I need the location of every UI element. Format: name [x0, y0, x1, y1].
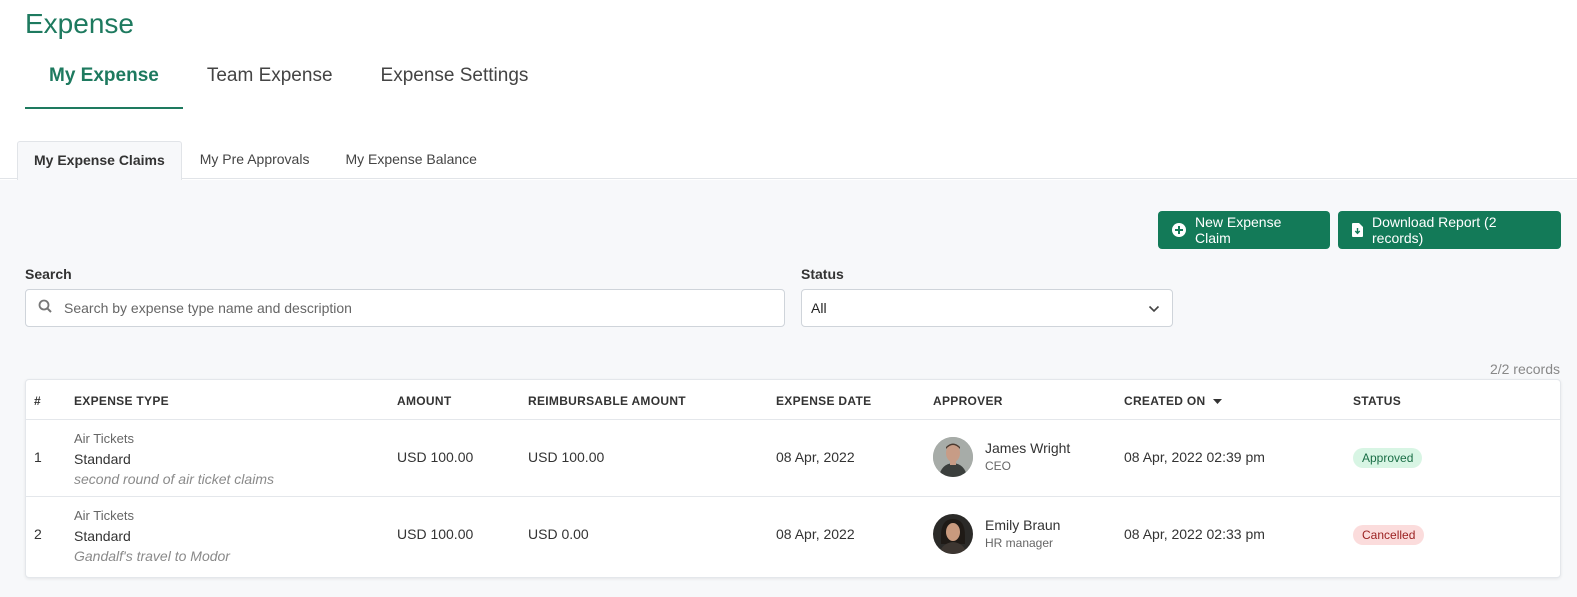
col-header-num: # — [34, 394, 41, 408]
status-selected-value: All — [811, 300, 827, 316]
subtab-my-expense-claims[interactable]: My Expense Claims — [17, 141, 182, 180]
records-count: 2/2 records — [1489, 361, 1560, 377]
amount-cell: USD 100.00 — [397, 449, 474, 465]
col-header-created-on[interactable]: CREATED ON — [1124, 394, 1223, 408]
new-expense-claim-button[interactable]: New Expense Claim — [1158, 211, 1330, 249]
col-header-amount: AMOUNT — [397, 394, 452, 408]
approver-role: HR manager — [985, 536, 1054, 550]
chevron-down-icon — [1148, 300, 1160, 316]
expense-date-cell: 08 Apr, 2022 — [776, 526, 855, 542]
tab-my-expense[interactable]: My Expense — [25, 52, 183, 109]
col-header-status: STATUS — [1353, 394, 1402, 408]
subtab-my-expense-balance[interactable]: My Expense Balance — [327, 141, 495, 179]
col-header-reimbursable-amount: REIMBURSABLE AMOUNT — [528, 394, 686, 408]
amount-cell: USD 100.00 — [397, 526, 474, 542]
expense-subtype: Standard — [74, 451, 131, 467]
status-badge: Approved — [1353, 448, 1423, 468]
approver-name: James Wright — [985, 440, 1071, 456]
search-label: Search — [25, 266, 72, 282]
expense-date-cell: 08 Apr, 2022 — [776, 449, 855, 465]
page-title: Expense — [25, 8, 134, 39]
avatar — [933, 437, 973, 477]
tab-team-expense[interactable]: Team Expense — [183, 52, 357, 109]
reimbursable-amount-cell: USD 100.00 — [528, 449, 605, 465]
approver-role: CEO — [985, 459, 1012, 473]
col-header-expense-date: EXPENSE DATE — [776, 394, 872, 408]
table-header: # EXPENSE TYPE AMOUNT REIMBURSABLE AMOUN… — [26, 380, 1560, 420]
tab-expense-settings[interactable]: Expense Settings — [357, 52, 553, 109]
col-header-created-on-label: CREATED ON — [1124, 394, 1206, 408]
approver-cell: Emily Braun HR manager — [933, 514, 1060, 554]
table-row[interactable]: 2 Air Tickets Standard Gandalf's travel … — [26, 497, 1560, 574]
file-download-icon — [1352, 223, 1363, 237]
expense-claims-table: # EXPENSE TYPE AMOUNT REIMBURSABLE AMOUN… — [25, 379, 1561, 578]
expense-category: Air Tickets — [74, 508, 134, 523]
table-row[interactable]: 1 Air Tickets Standard second round of a… — [26, 420, 1560, 497]
expense-subtype: Standard — [74, 528, 131, 544]
search-input[interactable] — [64, 300, 744, 316]
row-number: 1 — [34, 449, 42, 465]
avatar — [933, 514, 973, 554]
col-header-expense-type: EXPENSE TYPE — [74, 394, 169, 408]
approver-name: Emily Braun — [985, 517, 1061, 533]
claims-panel: New Expense Claim Download Report (2 rec… — [0, 180, 1577, 597]
search-field[interactable] — [25, 289, 785, 327]
created-on-cell: 08 Apr, 2022 02:39 pm — [1124, 449, 1265, 465]
download-report-button[interactable]: Download Report (2 records) — [1338, 211, 1561, 249]
approver-cell: James Wright CEO — [933, 437, 1070, 477]
status-select[interactable]: All — [801, 289, 1173, 327]
expense-description: second round of air ticket claims — [74, 471, 274, 487]
download-report-label: Download Report (2 records) — [1372, 214, 1497, 246]
status-badge: Cancelled — [1353, 525, 1425, 545]
sub-tabs-bar: My Expense Claims My Pre Approvals My Ex… — [0, 141, 1577, 180]
expense-type-cell: Air Tickets Standard Gandalf's travel to… — [74, 506, 230, 566]
created-on-cell: 08 Apr, 2022 02:33 pm — [1124, 526, 1265, 542]
main-tabs: My Expense Team Expense Expense Settings — [25, 52, 552, 109]
new-expense-claim-label: New Expense Claim — [1195, 214, 1282, 246]
expense-category: Air Tickets — [74, 431, 134, 446]
reimbursable-amount-cell: USD 0.00 — [528, 526, 589, 542]
sort-desc-icon — [1213, 398, 1223, 404]
subtab-my-pre-approvals[interactable]: My Pre Approvals — [182, 141, 328, 179]
status-label: Status — [801, 266, 844, 282]
col-header-approver: APPROVER — [933, 394, 1003, 408]
row-number: 2 — [34, 526, 42, 542]
expense-description: Gandalf's travel to Modor — [74, 548, 230, 564]
plus-circle-icon — [1172, 223, 1186, 237]
search-icon — [38, 299, 52, 318]
expense-type-cell: Air Tickets Standard second round of air… — [74, 429, 274, 489]
